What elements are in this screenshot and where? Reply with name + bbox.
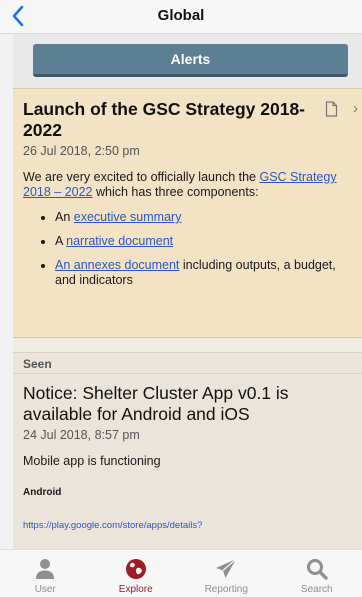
tab-search-label: Search <box>300 584 333 595</box>
tab-search[interactable]: Search <box>272 550 362 597</box>
alert-title: Launch of the GSC Strategy 2018-2022 <box>23 99 306 140</box>
narrative-document-link[interactable]: narrative document <box>66 234 173 248</box>
notice-date: 24 Jul 2018, 8:57 pm <box>23 428 140 442</box>
paper-plane-icon <box>216 558 237 578</box>
tab-reporting[interactable]: Reporting <box>181 550 272 597</box>
user-icon <box>36 559 55 579</box>
page-title: Global <box>157 7 205 24</box>
list-item: An executive summary <box>55 210 353 225</box>
bullet-prefix: A <box>55 234 67 248</box>
alert-bullet-list: An executive summary A narrative documen… <box>23 210 353 288</box>
chevron-right-icon[interactable]: › <box>353 100 358 117</box>
navigation-bar: Global <box>0 0 362 34</box>
alert-intro-before: We are very excited to officially launch… <box>23 170 260 184</box>
alerts-button[interactable]: Alerts <box>33 44 348 77</box>
tab-bar: User Explore Reporting Search <box>0 549 362 597</box>
document-icon[interactable] <box>325 101 338 117</box>
notice-text: Mobile app is functioning <box>23 454 161 468</box>
notice-title: Notice: Shelter Cluster App v0.1 is avai… <box>23 383 289 424</box>
notice-card[interactable]: Notice: Shelter Cluster App v0.1 is avai… <box>13 374 362 549</box>
globe-icon <box>125 559 146 579</box>
notice-subheading: Android <box>23 487 62 498</box>
alert-intro: We are very excited to officially launch… <box>23 170 353 200</box>
alert-card[interactable]: Launch of the GSC Strategy 2018-2022 › 2… <box>13 88 362 338</box>
alert-date: 26 Jul 2018, 2:50 pm <box>23 144 140 158</box>
tab-explore[interactable]: Explore <box>91 550 182 597</box>
search-icon <box>306 559 328 580</box>
tab-user[interactable]: User <box>0 550 91 597</box>
play-store-link[interactable]: https://play.google.com/store/apps/detai… <box>23 520 352 531</box>
list-item: An annexes document including outputs, a… <box>55 258 353 288</box>
seen-section-header: Seen <box>13 352 362 374</box>
tab-explore-label: Explore <box>118 584 153 595</box>
bullet-prefix: An <box>55 210 74 224</box>
executive-summary-link[interactable]: executive summary <box>74 210 182 224</box>
content-area[interactable]: Alerts Launch of the GSC Strategy 2018-2… <box>13 34 362 549</box>
alerts-bar: Alerts <box>13 34 362 88</box>
section-spacer <box>13 338 362 352</box>
tab-reporting-label: Reporting <box>204 584 248 595</box>
list-item: A narrative document <box>55 234 353 249</box>
alert-intro-after: which has three components: <box>92 185 259 199</box>
tab-user-label: User <box>34 584 56 595</box>
annexes-document-link[interactable]: An annexes document <box>55 258 179 272</box>
